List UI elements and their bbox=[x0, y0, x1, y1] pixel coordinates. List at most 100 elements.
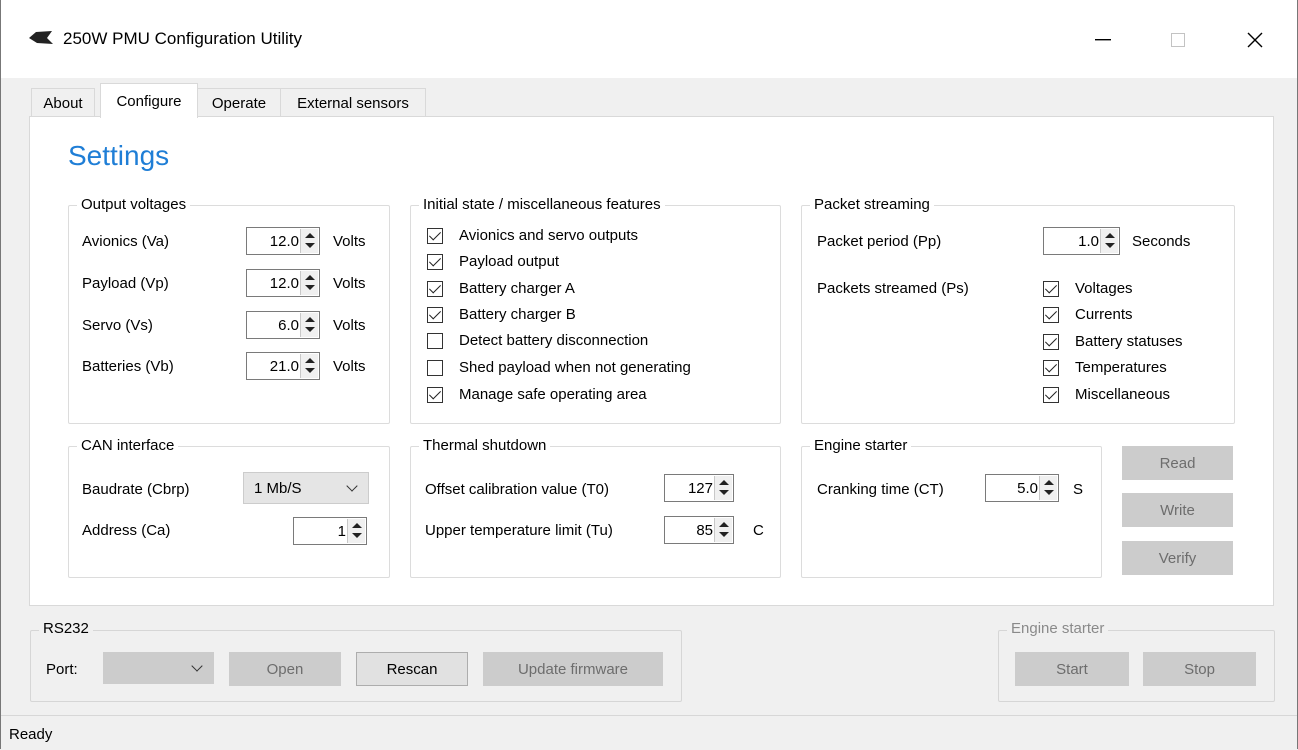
tab-about[interactable]: About bbox=[31, 88, 95, 117]
update-firmware-button[interactable]: Update firmware bbox=[483, 652, 663, 686]
group-title: Engine starter bbox=[1007, 620, 1109, 637]
maximize-icon bbox=[1171, 33, 1185, 47]
batteries-voltage-spinner[interactable]: 21.0 bbox=[246, 352, 320, 380]
tab-external-sensors[interactable]: External sensors bbox=[280, 88, 426, 117]
arrow-up-icon[interactable] bbox=[719, 480, 729, 485]
arrow-down-icon[interactable] bbox=[1044, 490, 1054, 495]
spinner-arrows[interactable] bbox=[300, 354, 318, 378]
maximize-button[interactable] bbox=[1155, 18, 1201, 62]
minimize-icon bbox=[1095, 39, 1111, 41]
title-bar[interactable]: 250W PMU Configuration Utility bbox=[0, 0, 1298, 78]
arrow-down-icon[interactable] bbox=[352, 533, 362, 538]
thermal-shutdown-group: Thermal shutdown bbox=[410, 437, 781, 578]
checkbox-battery-statuses[interactable]: Battery statuses bbox=[1043, 333, 1183, 350]
rescan-button[interactable]: Rescan bbox=[356, 652, 468, 686]
checkbox-icon[interactable] bbox=[427, 386, 443, 403]
checkbox-icon[interactable] bbox=[1043, 280, 1059, 297]
arrow-up-icon[interactable] bbox=[352, 523, 362, 528]
group-title: Output voltages bbox=[77, 196, 191, 213]
spinner-arrows[interactable] bbox=[1100, 229, 1118, 253]
baudrate-label: Baudrate (Cbrp) bbox=[82, 481, 190, 498]
checkbox-detect-battery-disconnection[interactable]: Detect battery disconnection bbox=[427, 332, 648, 349]
spinner-arrows[interactable] bbox=[300, 313, 318, 337]
arrow-up-icon[interactable] bbox=[305, 275, 315, 280]
group-title: RS232 bbox=[39, 620, 93, 637]
checkbox-battery-charger-a[interactable]: Battery charger A bbox=[427, 280, 575, 297]
checkbox-label: Temperatures bbox=[1075, 359, 1167, 376]
arrow-up-icon[interactable] bbox=[1044, 480, 1054, 485]
port-select[interactable] bbox=[103, 652, 214, 684]
arrow-down-icon[interactable] bbox=[305, 285, 315, 290]
close-button[interactable] bbox=[1232, 18, 1278, 62]
upper-temperature-spinner[interactable]: 85 bbox=[664, 516, 734, 544]
offset-calibration-label: Offset calibration value (T0) bbox=[425, 481, 609, 498]
checkbox-icon[interactable] bbox=[1043, 359, 1059, 376]
spinner-arrows[interactable] bbox=[714, 476, 732, 500]
checkbox-miscellaneous[interactable]: Miscellaneous bbox=[1043, 386, 1170, 403]
checkbox-shed-payload[interactable]: Shed payload when not generating bbox=[427, 359, 691, 376]
verify-button[interactable]: Verify bbox=[1122, 541, 1233, 575]
spinner-value: 127 bbox=[687, 480, 713, 497]
arrow-down-icon[interactable] bbox=[305, 327, 315, 332]
cranking-time-spinner[interactable]: 5.0 bbox=[985, 474, 1059, 502]
checkbox-label: Battery charger B bbox=[459, 306, 576, 323]
servo-voltage-spinner[interactable]: 6.0 bbox=[246, 311, 320, 339]
write-button[interactable]: Write bbox=[1122, 493, 1233, 527]
status-text: Ready bbox=[9, 726, 53, 743]
minimize-button[interactable] bbox=[1080, 18, 1126, 62]
arrow-up-icon[interactable] bbox=[305, 317, 315, 322]
baudrate-select[interactable]: 1 Mb/S bbox=[243, 472, 369, 504]
unit-label: Volts bbox=[333, 358, 366, 375]
address-spinner[interactable]: 1 bbox=[293, 517, 367, 545]
chevron-down-icon[interactable] bbox=[191, 660, 203, 672]
checkbox-icon[interactable] bbox=[427, 332, 443, 349]
arrow-up-icon[interactable] bbox=[1105, 233, 1115, 238]
payload-label: Payload (Vp) bbox=[82, 275, 169, 292]
cranking-unit-label: S bbox=[1073, 481, 1084, 498]
arrow-down-icon[interactable] bbox=[719, 490, 729, 495]
checkbox-icon[interactable] bbox=[427, 253, 443, 270]
read-button[interactable]: Read bbox=[1122, 446, 1233, 480]
offset-calibration-spinner[interactable]: 127 bbox=[664, 474, 734, 502]
arrow-down-icon[interactable] bbox=[1105, 243, 1115, 248]
checkbox-avionics-servo[interactable]: Avionics and servo outputs bbox=[427, 227, 638, 244]
checkbox-icon[interactable] bbox=[1043, 333, 1059, 350]
group-title: Packet streaming bbox=[810, 196, 934, 213]
arrow-down-icon[interactable] bbox=[719, 532, 729, 537]
arrow-down-icon[interactable] bbox=[305, 368, 315, 373]
avionics-voltage-spinner[interactable]: 12.0 bbox=[246, 227, 320, 255]
arrow-up-icon[interactable] bbox=[719, 522, 729, 527]
checkbox-voltages[interactable]: Voltages bbox=[1043, 280, 1133, 297]
tab-operate[interactable]: Operate bbox=[197, 88, 281, 117]
stop-button[interactable]: Stop bbox=[1143, 652, 1256, 686]
checkbox-icon[interactable] bbox=[427, 359, 443, 376]
chevron-down-icon[interactable] bbox=[346, 480, 358, 492]
checkbox-currents[interactable]: Currents bbox=[1043, 306, 1133, 323]
settings-heading: Settings bbox=[68, 140, 170, 171]
checkbox-icon[interactable] bbox=[427, 306, 443, 323]
spinner-arrows[interactable] bbox=[300, 229, 318, 253]
checkbox-label: Currents bbox=[1075, 306, 1133, 323]
arrow-up-icon[interactable] bbox=[305, 233, 315, 238]
checkbox-icon[interactable] bbox=[427, 227, 443, 244]
cranking-time-label: Cranking time (CT) bbox=[817, 481, 944, 498]
spinner-value: 1.0 bbox=[1078, 233, 1099, 250]
checkbox-manage-soa[interactable]: Manage safe operating area bbox=[427, 386, 647, 403]
spinner-arrows[interactable] bbox=[347, 519, 365, 543]
checkbox-icon[interactable] bbox=[1043, 386, 1059, 403]
spinner-arrows[interactable] bbox=[714, 518, 732, 542]
checkbox-temperatures[interactable]: Temperatures bbox=[1043, 359, 1167, 376]
start-button[interactable]: Start bbox=[1015, 652, 1129, 686]
tab-configure[interactable]: Configure bbox=[100, 83, 198, 118]
checkbox-battery-charger-b[interactable]: Battery charger B bbox=[427, 306, 576, 323]
packet-period-spinner[interactable]: 1.0 bbox=[1043, 227, 1120, 255]
payload-voltage-spinner[interactable]: 12.0 bbox=[246, 269, 320, 297]
arrow-down-icon[interactable] bbox=[305, 243, 315, 248]
checkbox-icon[interactable] bbox=[427, 280, 443, 297]
open-button[interactable]: Open bbox=[229, 652, 341, 686]
checkbox-payload-output[interactable]: Payload output bbox=[427, 253, 559, 270]
checkbox-icon[interactable] bbox=[1043, 306, 1059, 323]
arrow-up-icon[interactable] bbox=[305, 358, 315, 363]
spinner-arrows[interactable] bbox=[1039, 476, 1057, 500]
spinner-arrows[interactable] bbox=[300, 271, 318, 295]
